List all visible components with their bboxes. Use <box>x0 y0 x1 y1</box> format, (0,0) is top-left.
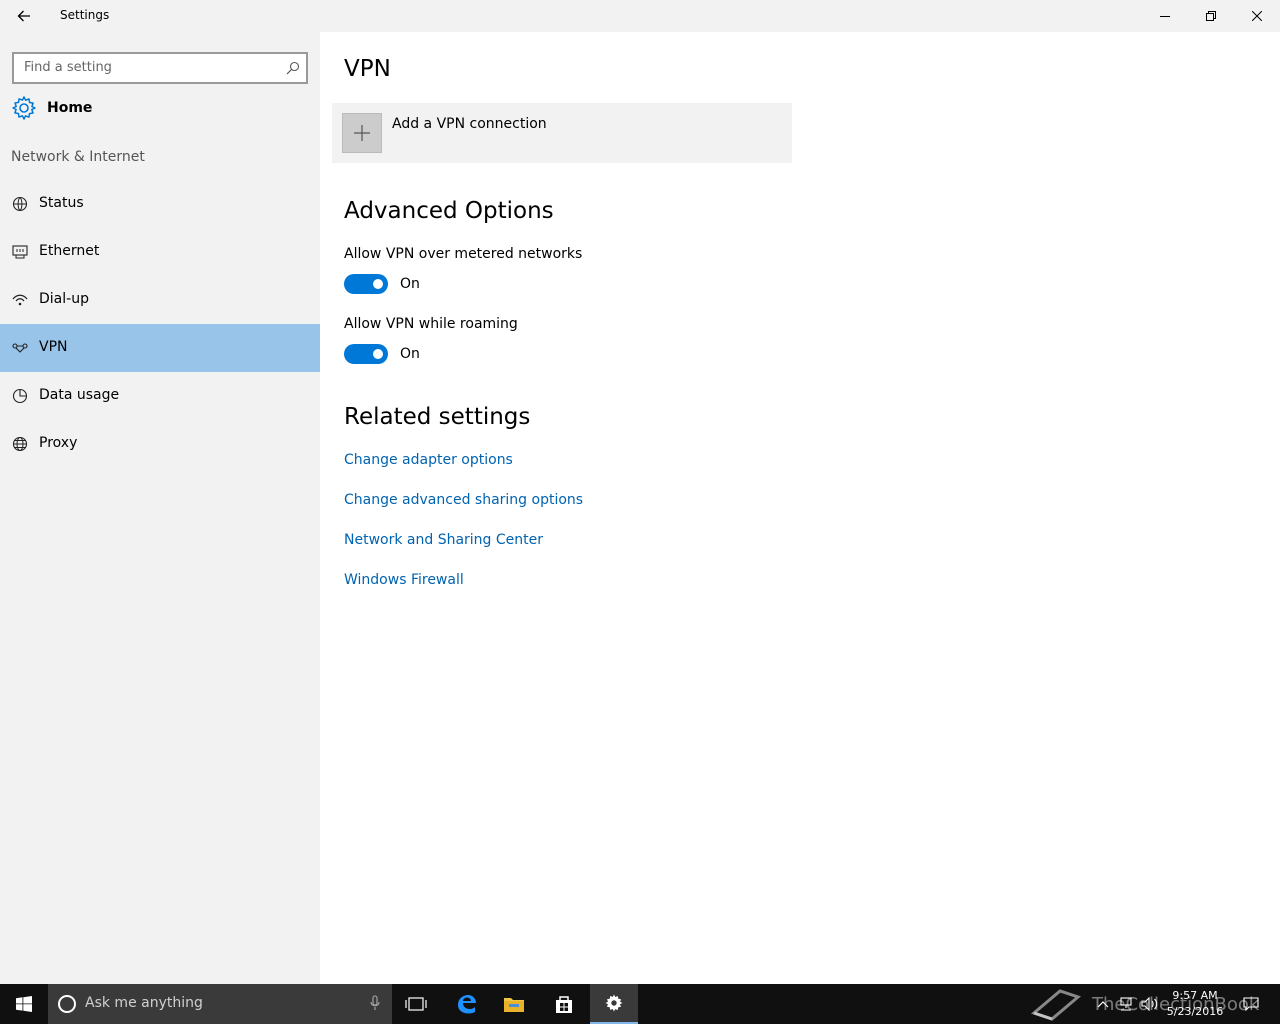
windows-firewall-link[interactable]: Windows Firewall <box>344 572 464 588</box>
sidebar-item-label: VPN <box>39 339 68 355</box>
windows-logo-icon <box>16 996 32 1012</box>
ethernet-icon <box>11 244 29 260</box>
store-button[interactable] <box>540 984 588 1024</box>
show-hidden-icons-button[interactable] <box>1094 984 1112 1024</box>
vpn-icon <box>11 340 29 356</box>
globe-icon <box>11 436 29 452</box>
edge-button[interactable] <box>442 984 490 1024</box>
back-arrow-icon <box>17 10 30 22</box>
home-label: Home <box>47 100 93 116</box>
book-icon <box>1030 989 1082 1021</box>
sidebar-item-dialup[interactable]: Dial-up <box>0 276 320 324</box>
toggle-knob <box>373 279 383 289</box>
dialup-icon <box>11 292 29 308</box>
title-bar: Settings <box>0 0 1280 32</box>
section-title: Network & Internet <box>11 149 145 165</box>
microphone-icon[interactable] <box>370 995 380 1015</box>
related-settings-heading: Related settings <box>344 404 531 430</box>
task-view-button[interactable] <box>392 984 440 1024</box>
metered-toggle-state: On <box>400 276 420 292</box>
clock-time: 9:57 AM <box>1172 989 1218 1002</box>
advanced-options-heading: Advanced Options <box>344 198 554 224</box>
taskbar-clock[interactable]: 9:57 AM 5/23/2016 <box>1160 988 1230 1020</box>
metered-option-label: Allow VPN over metered networks <box>344 246 583 262</box>
store-icon <box>556 996 572 1013</box>
status-icon <box>11 196 29 212</box>
sidebar-item-label: Proxy <box>39 435 78 451</box>
sidebar-nav: Status Ethernet Dial-up VPN Data usage P… <box>0 180 320 468</box>
minimize-button[interactable] <box>1142 0 1188 32</box>
sidebar-item-status[interactable]: Status <box>0 180 320 228</box>
add-vpn-label: Add a VPN connection <box>392 116 547 132</box>
sidebar-home[interactable]: Home <box>0 90 320 130</box>
edge-icon <box>458 995 476 1014</box>
sidebar: Find a setting Home Network & Internet S… <box>0 32 320 984</box>
roaming-option-label: Allow VPN while roaming <box>344 316 518 332</box>
notification-icon <box>1243 997 1259 1011</box>
action-center-button[interactable] <box>1238 984 1264 1024</box>
network-tray-button[interactable] <box>1116 984 1136 1024</box>
toggle-knob <box>373 349 383 359</box>
change-adapter-options-link[interactable]: Change adapter options <box>344 452 513 468</box>
sidebar-item-label: Data usage <box>39 387 120 403</box>
settings-app-button[interactable] <box>590 984 638 1024</box>
window-title: Settings <box>60 8 110 22</box>
search-placeholder: Find a setting <box>24 60 112 75</box>
roaming-toggle-state: On <box>400 346 420 362</box>
gear-icon <box>11 95 37 125</box>
sidebar-item-ethernet[interactable]: Ethernet <box>0 228 320 276</box>
clock-date: 5/23/2016 <box>1166 1005 1224 1018</box>
search-icon[interactable] <box>286 60 300 79</box>
task-view-icon <box>405 997 427 1011</box>
metered-toggle[interactable] <box>344 274 388 294</box>
close-button[interactable] <box>1234 0 1280 32</box>
chevron-up-icon <box>1097 1001 1109 1008</box>
sidebar-item-label: Status <box>39 195 84 211</box>
start-button[interactable] <box>0 984 48 1024</box>
restore-button[interactable] <box>1188 0 1234 32</box>
gear-icon <box>605 994 623 1012</box>
change-sharing-options-link[interactable]: Change advanced sharing options <box>344 492 583 508</box>
restore-icon <box>1206 11 1216 21</box>
main-content: VPN Add a VPN connection Advanced Option… <box>320 32 1280 984</box>
page-title: VPN <box>344 56 391 82</box>
close-icon <box>1252 11 1262 21</box>
sidebar-item-data-usage[interactable]: Data usage <box>0 372 320 420</box>
cortana-icon <box>58 995 76 1013</box>
data-usage-icon <box>11 388 29 404</box>
sidebar-item-label: Ethernet <box>39 243 100 259</box>
sidebar-item-proxy[interactable]: Proxy <box>0 420 320 468</box>
network-sharing-center-link[interactable]: Network and Sharing Center <box>344 532 543 548</box>
taskbar-search-placeholder: Ask me anything <box>85 995 203 1011</box>
minimize-icon <box>1160 16 1170 17</box>
back-button[interactable] <box>0 0 48 32</box>
sidebar-item-vpn[interactable]: VPN <box>0 324 320 372</box>
taskbar-search[interactable]: Ask me anything <box>48 984 392 1024</box>
add-vpn-button[interactable]: Add a VPN connection <box>332 103 792 163</box>
search-input[interactable]: Find a setting <box>12 52 308 84</box>
plus-icon <box>342 113 382 153</box>
sidebar-item-label: Dial-up <box>39 291 89 307</box>
speaker-icon <box>1141 997 1158 1011</box>
folder-icon <box>504 998 524 1012</box>
volume-tray-button[interactable] <box>1140 984 1160 1024</box>
taskbar: Ask me anything TheCollectionBook 9:57 A… <box>0 984 1280 1024</box>
roaming-toggle[interactable] <box>344 344 388 364</box>
file-explorer-button[interactable] <box>490 984 538 1024</box>
network-icon <box>1120 997 1132 1011</box>
